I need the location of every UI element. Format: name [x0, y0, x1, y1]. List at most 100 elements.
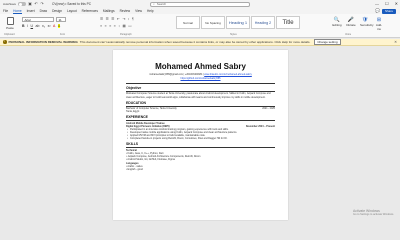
dictate-button[interactable]: 🎤 Dictate	[346, 17, 356, 31]
align-right-button[interactable]: ≡	[109, 24, 111, 28]
tab-layout[interactable]: Layout	[67, 9, 77, 13]
style-heading-1[interactable]: Heading 1	[226, 16, 250, 29]
shading-button[interactable]: ▦	[122, 24, 125, 28]
ribbon: Paste Arial 11 B I U ab x₂ x² A A ☰ ☰ ☰ …	[0, 14, 400, 38]
sensitivity-label: Sensitivity	[360, 23, 374, 27]
resume-name: Mohamed Ahmed Sabry	[155, 62, 246, 71]
multilevel-button[interactable]: ☰	[111, 17, 114, 21]
tab-review[interactable]: Review	[120, 9, 130, 13]
style-no-spacing[interactable]: No Spacing	[201, 16, 225, 29]
window-controls: — ☐ ✕	[375, 1, 398, 6]
github-link[interactable]: https://github.com/mohamedsabry585	[181, 77, 221, 80]
activate-windows-watermark: Activate Windows Go to Settings to activ…	[353, 209, 394, 216]
bullets-button[interactable]: ☰	[100, 17, 103, 21]
highlight-button[interactable]: A	[57, 24, 61, 28]
font-format-buttons: B I U ab x₂ x² A A	[22, 24, 61, 28]
tab-view[interactable]: View	[135, 9, 142, 13]
education-place: Tanta, Egypt	[126, 110, 140, 114]
show-marks-button[interactable]: ¶	[132, 17, 134, 21]
add-ins-label: Add-ins	[375, 23, 383, 31]
decrease-indent-button[interactable]: ⇤	[117, 17, 120, 21]
undo-icon[interactable]: ↶	[34, 2, 38, 6]
info-bar-message: This document can't automatically remove…	[79, 40, 311, 44]
sensitivity-button[interactable]: 🛡 Sensitivity	[360, 17, 374, 31]
tab-file[interactable]: File	[3, 9, 8, 13]
font-color-button[interactable]: A	[53, 24, 55, 28]
contact-line-2: https://github.com/mohamedsabry585	[126, 77, 275, 80]
change-setting-button[interactable]: Change setting	[314, 38, 341, 46]
tab-insert[interactable]: Insert	[27, 9, 35, 13]
autosave-toggle[interactable]	[18, 2, 27, 6]
align-center-button[interactable]: ≡	[105, 24, 107, 28]
tab-home[interactable]: Home	[13, 9, 22, 14]
minimize-button[interactable]: —	[375, 1, 379, 6]
paragraph-buttons-top: ☰ ☰ ☰ ⇤ ⇥ ↕ ¶	[100, 17, 134, 21]
job-bullet: Completed hands-on projects using Retrof…	[126, 137, 275, 140]
italic-button[interactable]: I	[27, 24, 28, 28]
editing-button[interactable]: 🔍 Editing	[332, 17, 342, 31]
experience-heading: EXPERIENCE	[126, 115, 148, 120]
sort-button[interactable]: ↕	[128, 17, 130, 21]
strikethrough-button[interactable]: ab	[36, 24, 40, 28]
clipboard-icon	[6, 17, 14, 25]
font-name-select[interactable]: Arial	[22, 17, 54, 22]
borders-button[interactable]: ▭	[128, 24, 131, 28]
info-bar: i PERSONAL INFORMATION REMOVAL WARNING T…	[0, 38, 400, 46]
languages-line: • English - good	[126, 167, 143, 171]
superscript-button[interactable]: x²	[48, 24, 51, 28]
contact-prefix: mohamedsabry585@gmail.com | +20100340468…	[149, 72, 205, 76]
document-title: CV(new) • Saved to this PC	[52, 2, 92, 6]
group-label-font: Font	[60, 33, 66, 36]
align-left-button[interactable]: ≡	[100, 24, 102, 28]
contact-line-1: mohamedsabry585@gmail.com | +20100340468…	[126, 73, 275, 76]
tab-design[interactable]: Design	[52, 9, 62, 13]
maximize-button[interactable]: ☐	[385, 1, 389, 6]
increase-indent-button[interactable]: ⇥	[122, 17, 125, 21]
search-box[interactable]: ⌕ Search	[150, 1, 250, 7]
education-heading: EDUCATION	[126, 100, 146, 105]
search-icon: ⌕	[153, 2, 155, 6]
info-bar-label: PERSONAL INFORMATION REMOVAL WARNING	[8, 40, 78, 44]
autosave-group: AutoSave ▣ ↶ ↷	[0, 2, 44, 6]
linkedin-link[interactable]: www.linkedin.com/in/mohamed-ahmed-sabry	[204, 73, 252, 76]
line-spacing-button[interactable]: ↕	[118, 24, 120, 28]
objective-heading: Objective	[126, 86, 142, 90]
education-date: 2021 - 2025	[262, 107, 275, 111]
paragraph-buttons-bottom: ≡ ≡ ≡ ≡ ↕ ▦ ▭	[100, 24, 132, 28]
style-normal[interactable]: Normal	[176, 16, 200, 29]
document-page[interactable]: Mohamed Ahmed Sabry mohamedsabry585@gmai…	[113, 50, 288, 220]
share-button[interactable]: Share	[381, 8, 396, 14]
style-title[interactable]: Title	[276, 16, 300, 29]
underline-button[interactable]: U	[31, 24, 34, 28]
autosave-label: AutoSave	[3, 2, 17, 6]
justify-button[interactable]: ≡	[114, 24, 116, 28]
tab-draw[interactable]: Draw	[40, 9, 47, 13]
info-icon: i	[3, 40, 7, 44]
style-heading-2[interactable]: Heading 2	[251, 16, 275, 29]
subscript-button[interactable]: x₂	[42, 24, 45, 28]
group-label-styles: Styles	[230, 33, 237, 36]
close-window-button[interactable]: ✕	[395, 1, 398, 6]
paste-label: Paste	[6, 26, 14, 30]
group-label-clipboard: Clipboard	[4, 33, 15, 36]
divider	[126, 83, 275, 84]
tab-references[interactable]: References	[82, 9, 98, 13]
redo-icon[interactable]: ↷	[40, 2, 44, 6]
add-ins-button[interactable]: ⊞ Add-ins	[374, 17, 384, 31]
search-placeholder: Search	[156, 2, 167, 6]
paste-button[interactable]: Paste	[3, 17, 17, 32]
bold-button[interactable]: B	[22, 24, 25, 28]
activate-windows-subtitle: Go to Settings to activate Windows.	[353, 213, 394, 216]
numbering-button[interactable]: ☰	[106, 17, 109, 21]
tab-help[interactable]: Help	[147, 9, 154, 13]
objective-text: Motivated Computer Science student at Ta…	[126, 92, 271, 99]
comments-icon[interactable]: 💬	[375, 9, 380, 13]
dictate-label: Dictate	[346, 23, 356, 27]
styles-gallery: Normal No Spacing Heading 1 Heading 2 Ti…	[176, 16, 300, 29]
tab-mailings[interactable]: Mailings	[103, 9, 115, 13]
group-label-paragraph: Paragraph	[120, 33, 132, 36]
close-icon[interactable]: ✕	[394, 40, 397, 44]
title-bar: AutoSave ▣ ↶ ↷ CV(new) • Saved to this P…	[0, 0, 400, 8]
save-icon[interactable]: ▣	[28, 2, 32, 6]
font-size-select[interactable]: 11	[56, 17, 66, 22]
